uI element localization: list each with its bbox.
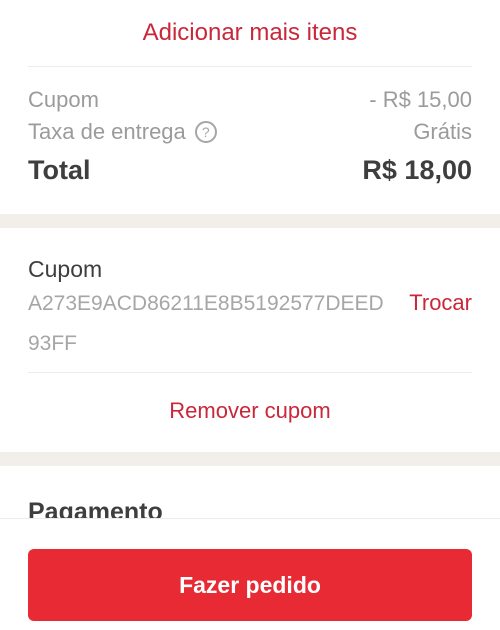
section-divider-band <box>0 214 500 228</box>
coupon-code: A273E9ACD86211E8B5192577DEED93FF <box>28 292 384 355</box>
change-coupon-button[interactable]: Trocar <box>409 290 472 316</box>
summary-delivery-label-wrap: Taxa de entrega? <box>28 119 217 145</box>
order-summary: Cupom - R$ 15,00 Taxa de entrega? Grátis… <box>28 84 472 190</box>
summary-coupon-label: Cupom <box>28 87 99 112</box>
summary-total-row: Total R$ 18,00 <box>28 150 472 190</box>
section-divider-band <box>0 452 500 466</box>
add-more-items-button[interactable]: Adicionar mais itens <box>0 0 500 66</box>
summary-coupon-row: Cupom - R$ 15,00 <box>28 84 472 116</box>
bottom-action-bar: Fazer pedido <box>0 518 500 630</box>
coupon-title: Cupom <box>28 256 103 282</box>
remove-coupon-button[interactable]: Remover cupom <box>0 373 500 449</box>
summary-total-label: Total <box>28 154 91 185</box>
summary-delivery-row: Taxa de entrega? Grátis <box>28 116 472 148</box>
help-icon[interactable]: ? <box>194 121 217 144</box>
summary-coupon-value: - R$ 15,00 <box>369 87 472 112</box>
summary-total-value: R$ 18,00 <box>362 154 472 185</box>
summary-delivery-label: Taxa de entrega <box>28 119 186 144</box>
divider <box>28 66 472 67</box>
coupon-section: Cupom A273E9ACD86211E8B5192577DEED93FF T… <box>28 256 472 355</box>
summary-delivery-value: Grátis <box>413 119 472 144</box>
place-order-button[interactable]: Fazer pedido <box>28 549 472 621</box>
checkout-screen: Adicionar mais itens Cupom - R$ 15,00 Ta… <box>0 0 500 630</box>
